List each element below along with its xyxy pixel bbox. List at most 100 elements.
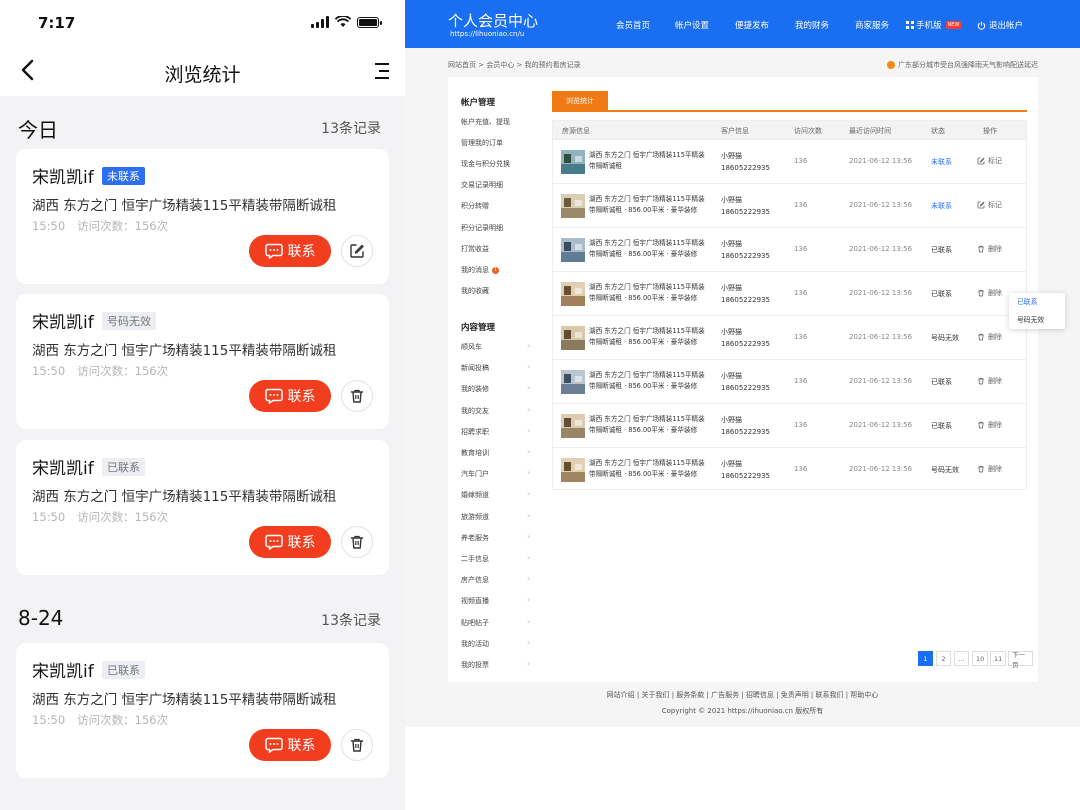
contact-button[interactable]: 联系 — [249, 380, 331, 412]
chat-icon — [264, 534, 283, 550]
col-customer: 客户信息 — [721, 127, 749, 135]
nav-finance[interactable]: 我的财务 — [795, 19, 829, 31]
listing-title[interactable]: 湖西 东方之门 恒宇广场精装115平精装带隔断诚租 · 856.00平米 · 豪… — [589, 282, 709, 304]
mark-button[interactable]: 标记 — [977, 156, 1002, 166]
listing-title[interactable]: 湖西 东方之门 恒宇广场精装115平精装带隔断诚租 · 856.00平米 · 豪… — [589, 238, 709, 260]
sidebar-item[interactable]: 房产信息 — [461, 575, 489, 585]
sidebar-item[interactable]: 积分转赠 — [461, 201, 489, 211]
table-row[interactable]: 湖西 东方之门 恒宇广场精装115平精装带隔断诚租 · 856.00平米 · 豪… — [553, 315, 1026, 359]
record-card[interactable]: 宋凯凯if 已联系 湖西 东方之门 恒宇广场精装115平精装带隔断诚租 15:5… — [16, 440, 389, 575]
sidebar-item[interactable]: 汽车门户 — [461, 469, 489, 479]
status-option-invalid[interactable]: 号码无效 — [1009, 311, 1065, 329]
record-card[interactable]: 宋凯凯if 号码无效 湖西 东方之门 恒宇广场精装115平精装带隔断诚租 15:… — [16, 294, 389, 429]
sidebar-item[interactable]: 我的装修 — [461, 384, 489, 394]
message-count-badge: 1 — [492, 267, 499, 274]
chevron-right-icon: › — [527, 341, 531, 350]
mark-button[interactable]: 标记 — [977, 200, 1002, 210]
col-last-visit: 最近访问时间 — [849, 127, 891, 135]
sidebar-item[interactable]: 积分记录明细 — [461, 223, 503, 233]
footer-links[interactable]: 网站介绍 | 关于我们 | 服务条款 | 广告服务 | 招聘信息 | 免责声明 … — [405, 690, 1080, 700]
sidebar-item[interactable]: 教育培训 — [461, 448, 489, 458]
table-row[interactable]: 湖西 东方之门 恒宇广场精装115平精装带隔断诚租 · 856.00平米 · 豪… — [553, 447, 1026, 491]
sidebar-item[interactable]: 贴吧帖子 — [461, 618, 489, 628]
page-1[interactable]: 1 — [918, 651, 933, 666]
edit-button[interactable] — [341, 235, 373, 267]
status-label: 号码无效 — [931, 466, 959, 474]
chat-icon — [264, 243, 283, 259]
edit-icon — [977, 201, 985, 209]
delete-button[interactable]: 删除 — [977, 288, 1002, 298]
chevron-right-icon: › — [527, 553, 531, 562]
delete-button[interactable]: 删除 — [977, 244, 1002, 254]
table-row[interactable]: 湖西 东方之门 恒宇广场精装115平精装带隔断诚租 · 856.00平米 · 豪… — [553, 359, 1026, 403]
sidebar-item[interactable]: 我的收藏 — [461, 286, 489, 296]
sidebar-item[interactable]: 招聘求职 — [461, 427, 489, 437]
sidebar-item[interactable]: 交易记录明细 — [461, 180, 503, 190]
tab-browse-stats[interactable]: 浏览统计 — [552, 91, 608, 111]
delete-button[interactable] — [341, 380, 373, 412]
sidebar-item[interactable]: 管理我的订单 — [461, 138, 503, 148]
contact-button[interactable]: 联系 — [249, 235, 331, 267]
visit-time: 15:50 — [32, 713, 66, 727]
sidebar-item[interactable]: 新闻投稿 — [461, 363, 489, 373]
delete-button[interactable]: 删除 — [977, 332, 1002, 342]
edit-icon — [350, 244, 364, 258]
table-row[interactable]: 湖西 东方之门 恒宇广场精装115平精装带隔断诚租 小野猫 18605222935 1… — [553, 139, 1026, 183]
listing-title[interactable]: 湖西 东方之门 恒宇广场精装115平精装带隔断诚租 · 856.00平米 · 豪… — [589, 194, 709, 216]
chevron-right-icon: › — [527, 616, 531, 626]
status-option-contacted[interactable]: 已联系 — [1009, 293, 1065, 311]
listing-title[interactable]: 湖西 东方之门 恒宇广场精装115平精装带隔断诚租 · 856.00平米 · 豪… — [589, 370, 709, 392]
customer-name: 小野猫 — [721, 372, 742, 380]
nav-merchant[interactable]: 商家服务 — [855, 19, 889, 31]
listing-title[interactable]: 湖西 东方之门 恒宇广场精装115平精装带隔断诚租 · 856.00平米 · 豪… — [589, 414, 709, 436]
nav-account-settings[interactable]: 帐户设置 — [675, 19, 709, 31]
sidebar-item[interactable]: 二手信息 — [461, 554, 489, 564]
nav-logout[interactable]: 退出帐户 — [977, 19, 1023, 31]
delete-button[interactable]: 删除 — [977, 464, 1002, 474]
page-11[interactable]: 11 — [990, 651, 1007, 666]
listing-title[interactable]: 湖西 东方之门 恒宇广场精装115平精装带隔断诚租 · 856.00平米 · 豪… — [589, 458, 709, 480]
record-card[interactable]: 宋凯凯if 已联系 湖西 东方之门 恒宇广场精装115平精装带隔断诚租 15:5… — [16, 643, 389, 778]
breadcrumb[interactable]: 网站首页 > 会员中心 > 我的预约看房记录 — [448, 60, 581, 70]
sidebar-item-messages[interactable]: 我的消息 1 — [461, 265, 499, 275]
listing-title[interactable]: 湖西 东方之门 恒宇广场精装115平精装带隔断诚租 · 856.00平米 · 豪… — [589, 326, 709, 348]
record-card[interactable]: 宋凯凯if 未联系 湖西 东方之门 恒宇广场精装115平精装带隔断诚租 15:5… — [16, 149, 389, 284]
sidebar-item[interactable]: 顺风车 — [461, 342, 482, 352]
table-row[interactable]: 湖西 东方之门 恒宇广场精装115平精装带隔断诚租 · 856.00平米 · 豪… — [553, 271, 1026, 315]
table-row[interactable]: 湖西 东方之门 恒宇广场精装115平精装带隔断诚租 · 856.00平米 · 豪… — [553, 183, 1026, 227]
sidebar-item[interactable]: 我的交友 — [461, 406, 489, 416]
next-page-button[interactable]: 下一页 — [1008, 651, 1033, 669]
delete-button[interactable] — [341, 526, 373, 558]
table-row[interactable]: 湖西 东方之门 恒宇广场精装115平精装带隔断诚租 · 856.00平米 · 豪… — [553, 403, 1026, 447]
chevron-right-icon: › — [527, 489, 531, 499]
sidebar-item[interactable]: 视频直播 — [461, 596, 489, 606]
sidebar-item[interactable]: 我的活动 — [461, 639, 489, 649]
sidebar-item[interactable]: 婚嫁频道 — [461, 490, 489, 500]
sidebar-item[interactable]: 我的投票 — [461, 660, 489, 670]
trash-icon — [978, 377, 984, 385]
listing-title[interactable]: 湖西 东方之门 恒宇广场精装115平精装带隔断诚租 — [589, 150, 709, 172]
delete-button[interactable] — [341, 729, 373, 761]
menu-icon[interactable] — [367, 60, 389, 82]
sidebar-item[interactable]: 打赏收益 — [461, 244, 489, 254]
page-10[interactable]: 10 — [972, 651, 989, 666]
nav-home[interactable]: 会员首页 — [616, 19, 650, 31]
delete-button[interactable]: 删除 — [977, 420, 1002, 430]
customer-name: 小野猫 — [721, 152, 742, 160]
delete-button[interactable]: 删除 — [977, 376, 1002, 386]
sidebar-item[interactable]: 现金与积分兑换 — [461, 159, 510, 169]
sidebar-item[interactable]: 养老服务 — [461, 533, 489, 543]
customer-name: 宋凯凯if — [32, 168, 94, 188]
nav-quick-post[interactable]: 便捷发布 — [735, 19, 769, 31]
table-row[interactable]: 湖西 东方之门 恒宇广场精装115平精装带隔断诚租 · 856.00平米 · 豪… — [553, 227, 1026, 271]
sidebar-item[interactable]: 帐户充值、提现 — [461, 117, 510, 127]
nav-mobile[interactable]: 手机版 NEW — [906, 19, 962, 31]
sidebar-item[interactable]: 旅游频道 — [461, 512, 489, 522]
contact-button[interactable]: 联系 — [249, 729, 331, 761]
contact-button[interactable]: 联系 — [249, 526, 331, 558]
site-logo[interactable]: 个人会员中心 — [448, 10, 538, 31]
page-2[interactable]: 2 — [936, 651, 951, 666]
customer-name: 宋凯凯if — [32, 459, 94, 479]
notice-bar[interactable]: 广东部分城市受台风强降雨天气影响配送延迟 — [887, 60, 1038, 70]
desktop-screen: 个人会员中心 https://lihuoniao.cn/u 会员首页 帐户设置 … — [405, 0, 1080, 810]
